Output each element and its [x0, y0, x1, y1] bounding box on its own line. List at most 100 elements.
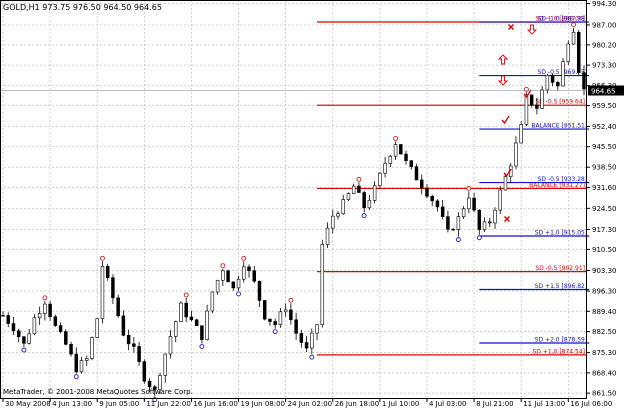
- candle-body: [582, 72, 586, 90]
- candle-body: [472, 197, 476, 211]
- candle-body: [252, 270, 256, 282]
- x-tick-label: 16 Jul 06:00: [570, 400, 612, 408]
- blue-level-label: SD -1.0 [987.98]: [538, 16, 588, 23]
- fractal-down-marker: [236, 291, 241, 297]
- candle-body: [362, 192, 366, 209]
- blue-level-label: BALANCE [951.51]: [531, 123, 587, 130]
- candle-body: [446, 216, 450, 230]
- y-tick-label: 868.40: [592, 369, 617, 377]
- candle-body: [126, 335, 131, 345]
- candle-body: [498, 189, 502, 211]
- candle-body: [137, 346, 141, 362]
- candle-body: [189, 316, 194, 321]
- candle-body: [231, 281, 236, 289]
- candle-body: [278, 311, 283, 326]
- candle-body: [320, 244, 325, 326]
- fractal-up-marker: [393, 136, 399, 141]
- fractal-down-marker: [476, 235, 482, 241]
- y-tick-label: 931.60: [592, 184, 617, 192]
- candle-body: [561, 61, 565, 87]
- candle-body: [268, 318, 272, 322]
- fractal-down-marker: [73, 374, 79, 380]
- candle-body: [48, 303, 52, 317]
- candle-body: [414, 166, 419, 181]
- y-tick-label: 945.50: [592, 143, 617, 151]
- candle-body: [27, 333, 31, 344]
- candle-body: [168, 336, 173, 355]
- y-tick-label: 903.30: [592, 267, 617, 275]
- candle-body: [440, 206, 445, 217]
- candle-body: [367, 200, 372, 209]
- candle-body: [283, 309, 288, 313]
- x-tick-label: 8 Jul 21:00: [476, 400, 514, 408]
- y-tick-label: 889.40: [592, 308, 617, 316]
- candle-body: [85, 358, 89, 361]
- x-tick-label: 26 Jun 18:00: [335, 400, 379, 408]
- candle-body: [409, 160, 414, 167]
- candle-body: [378, 172, 382, 186]
- candle-body: [503, 176, 508, 191]
- chart-title: GOLD,H1 973.75 976.50 964.50 964.65: [3, 3, 162, 12]
- fractal-up-marker: [183, 292, 189, 298]
- y-tick-label: 959.50: [592, 102, 617, 110]
- y-tick-label: 910.50: [592, 246, 617, 254]
- fractal-up-marker: [241, 255, 247, 261]
- candle-body: [351, 185, 356, 194]
- candle-body: [247, 266, 251, 272]
- candle-body: [53, 316, 58, 326]
- candle-body: [341, 199, 345, 215]
- candle-body: [100, 265, 105, 320]
- candle-body: [331, 215, 335, 229]
- candle-body: [571, 31, 576, 45]
- candle-body: [577, 31, 581, 73]
- candle-body: [64, 331, 68, 345]
- candle-body: [16, 330, 21, 338]
- candle-body: [550, 74, 555, 83]
- candle-body: [488, 221, 492, 224]
- current-price-label: 964.65: [591, 88, 616, 96]
- y-tick-label: 938.50: [592, 164, 617, 172]
- chart-canvas[interactable]: SD -1.0 [988.00]SD -0.5 [959.64]BALANCE …: [0, 0, 625, 408]
- candle-body: [315, 324, 319, 334]
- y-tick-label: 994.30: [592, 0, 617, 8]
- x-tick-label: 30 May 2008: [5, 400, 51, 408]
- fractal-up-marker: [466, 185, 472, 191]
- candle-body: [493, 209, 497, 224]
- x-tick-label: 1 Jul 10:00: [382, 400, 420, 408]
- candle-body: [404, 153, 408, 162]
- candle-body: [399, 144, 403, 155]
- candle-body: [173, 321, 178, 337]
- fractal-up-marker: [288, 297, 294, 303]
- x-tick-label: 24 Jun 02:00: [288, 400, 332, 408]
- candle-body: [294, 319, 298, 334]
- candle-body: [179, 302, 183, 322]
- fractal-up-marker: [42, 295, 48, 301]
- candle-body: [226, 270, 230, 283]
- candle-body: [262, 300, 267, 320]
- y-tick-label: 896.30: [592, 288, 617, 296]
- x-tick-label: 16 Jun 16:00: [193, 400, 237, 408]
- candle-body: [556, 82, 560, 87]
- copyright-text: MetaTrader, © 2001-2008 MetaQuotes Softw…: [3, 388, 193, 396]
- candle-body: [357, 185, 361, 193]
- candle-body: [116, 297, 120, 317]
- candle-body: [215, 279, 220, 293]
- candle-body: [105, 265, 110, 278]
- candle-body: [419, 179, 424, 189]
- fractal-down-marker: [199, 344, 205, 349]
- y-tick-label: 861.50: [592, 390, 617, 398]
- candle-body: [514, 142, 518, 167]
- red-level-label: SD +1.0 [874.54]: [533, 348, 586, 355]
- candle-body: [43, 303, 47, 314]
- chart-window[interactable]: SD -1.0 [988.00] SD -0.5 [959.64] BALANCE …: [0, 0, 625, 408]
- candle-body: [6, 315, 10, 324]
- fractal-down-marker: [455, 237, 461, 243]
- candle-body: [336, 213, 340, 217]
- candle-body: [482, 221, 487, 230]
- candle-body: [1, 315, 5, 317]
- candle-body: [430, 196, 434, 202]
- candle-body: [535, 104, 539, 109]
- fractal-down-marker: [21, 347, 27, 353]
- candle-body: [257, 280, 262, 301]
- x-tick-label: 19 Jun 08:00: [241, 400, 285, 408]
